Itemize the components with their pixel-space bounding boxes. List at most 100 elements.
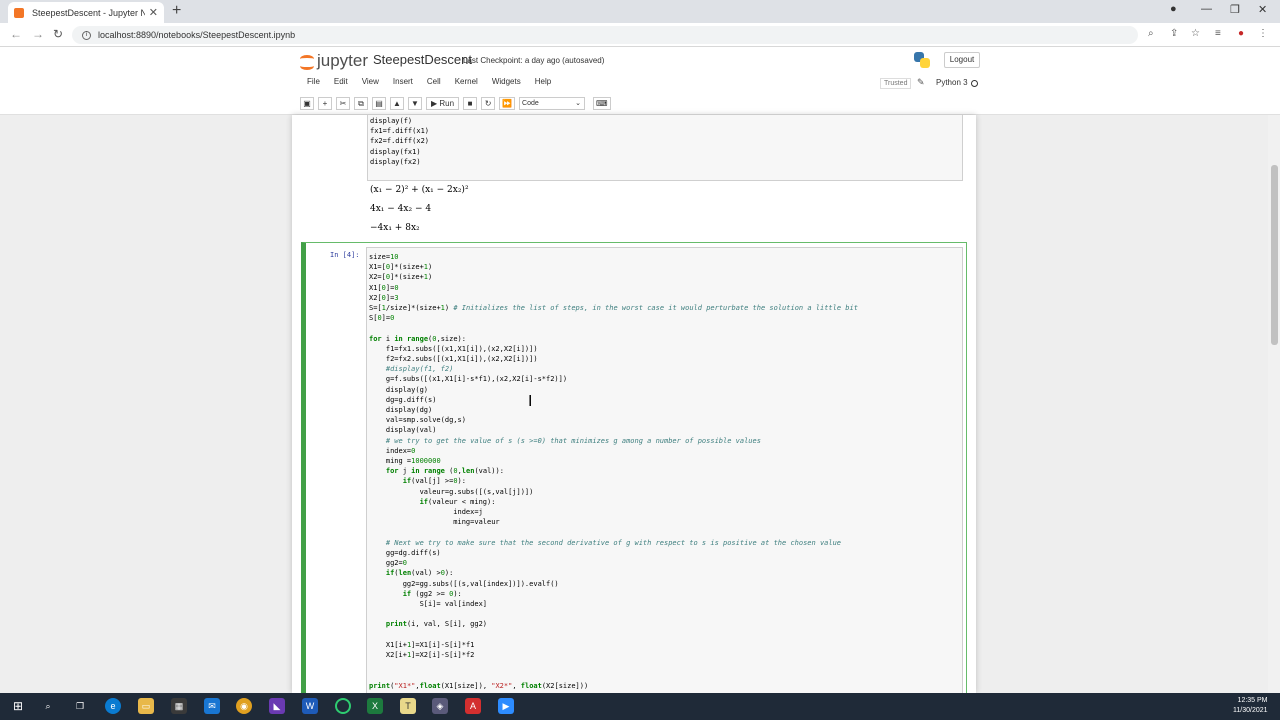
code-line[interactable]: X1[i+1]=X1[i]-S[i]*f1 bbox=[369, 640, 858, 650]
code-line[interactable]: # we try to get the value of s (s >=0) t… bbox=[369, 436, 858, 446]
zoom-app-icon[interactable]: ▶ bbox=[498, 698, 514, 714]
windows-start-icon[interactable]: ⊞ bbox=[10, 698, 26, 714]
code-line[interactable]: display(g) bbox=[369, 385, 858, 395]
code-line[interactable]: ​ bbox=[369, 609, 858, 619]
code-line[interactable]: # Next we try to make sure that the seco… bbox=[369, 538, 858, 548]
code-line[interactable]: X2[i+1]=X2[i]-S[i]*f2 bbox=[369, 650, 858, 660]
code-line[interactable]: S[i]= val[index] bbox=[369, 599, 858, 609]
code-line[interactable]: ​ bbox=[369, 323, 858, 333]
url-field[interactable]: i localhost:8890/notebooks/SteepestDesce… bbox=[72, 26, 1138, 44]
close-window-icon[interactable]: ✕ bbox=[1258, 3, 1267, 16]
insert-cell-icon[interactable]: + bbox=[318, 97, 332, 110]
code-line[interactable]: gg2=gg.subs([(s,val[index])]).evalf() bbox=[369, 579, 858, 589]
word-icon[interactable]: W bbox=[302, 698, 318, 714]
browser-menu-icon[interactable]: ⋮ bbox=[1258, 28, 1268, 39]
edge-icon[interactable]: e bbox=[105, 698, 121, 714]
restart-run-all-icon[interactable]: ⏩ bbox=[499, 97, 516, 110]
app-ring-icon[interactable] bbox=[335, 698, 351, 714]
playlist-icon[interactable]: ≡ bbox=[1215, 28, 1221, 39]
code-line[interactable]: size=10 bbox=[369, 252, 858, 262]
code-line[interactable]: X2=[0]*(size+1) bbox=[369, 272, 858, 282]
browser-tab[interactable]: SteepestDescent - Jupyter Notebo ✕ bbox=[8, 2, 164, 23]
code-line[interactable]: display(val) bbox=[369, 425, 858, 435]
code-line[interactable]: if(val[j] >=0): bbox=[369, 476, 858, 486]
store-icon[interactable]: ▦ bbox=[171, 698, 187, 714]
maximize-icon[interactable]: ❐ bbox=[1230, 3, 1240, 16]
code-line[interactable]: ​ bbox=[369, 630, 858, 640]
forward-icon[interactable]: → bbox=[32, 27, 44, 41]
code-line[interactable]: index=0 bbox=[369, 446, 858, 456]
mail-icon[interactable]: ✉ bbox=[204, 698, 220, 714]
new-tab-icon[interactable]: + bbox=[172, 2, 181, 20]
code-line[interactable]: if(valeur < ming): bbox=[369, 497, 858, 507]
system-clock[interactable]: 12:35 PM 11/30/2021 bbox=[1233, 696, 1268, 716]
code-line[interactable]: ​ bbox=[369, 670, 858, 680]
share-icon[interactable]: ⇪ bbox=[1170, 28, 1178, 39]
code-line[interactable]: ​ bbox=[369, 660, 858, 670]
jupyter-logo[interactable]: jupyter bbox=[300, 51, 368, 71]
interrupt-icon[interactable]: ■ bbox=[463, 97, 478, 110]
code-line[interactable]: if (gg2 >= 0): bbox=[369, 589, 858, 599]
code-line[interactable]: fx1=f.diff(x1) bbox=[370, 126, 429, 136]
run-button[interactable]: ▶ Run bbox=[426, 97, 460, 110]
code-line[interactable]: g=f.subs([(x1,X1[i]-s*f1),(x2,X2[i]-s*f2… bbox=[369, 374, 858, 384]
paste-icon[interactable]: ▤ bbox=[372, 97, 386, 110]
code-line[interactable]: if(len(val) >0): bbox=[369, 568, 858, 578]
back-icon[interactable]: ← bbox=[10, 27, 22, 41]
menu-insert[interactable]: Insert bbox=[386, 77, 420, 91]
cut-icon[interactable]: ✂ bbox=[336, 97, 350, 110]
selected-code-cell[interactable]: In [4]: size=10 X1=[0]*(size+1) X2=[0]*(si… bbox=[301, 242, 967, 693]
menu-help[interactable]: Help bbox=[528, 77, 558, 91]
code-line[interactable]: display(f) bbox=[370, 116, 429, 126]
chrome-icon[interactable]: ◉ bbox=[236, 698, 252, 714]
file-explorer-icon[interactable]: ▭ bbox=[138, 698, 154, 714]
close-tab-icon[interactable]: ✕ bbox=[149, 6, 158, 19]
logout-button[interactable]: Logout bbox=[944, 52, 980, 68]
kernel-name[interactable]: Python 3 bbox=[936, 78, 968, 87]
code-line[interactable]: ming=valeur bbox=[369, 517, 858, 527]
bookmark-star-icon[interactable]: ☆ bbox=[1191, 28, 1200, 39]
move-up-icon[interactable]: ▲ bbox=[390, 97, 404, 110]
code-line[interactable]: X2[0]=3 bbox=[369, 293, 858, 303]
app-icon[interactable]: ◈ bbox=[432, 698, 448, 714]
code-line[interactable]: display(fx1) bbox=[370, 147, 429, 157]
menu-cell[interactable]: Cell bbox=[420, 77, 448, 91]
menu-edit[interactable]: Edit bbox=[327, 77, 355, 91]
code-line[interactable]: f1=fx1.subs([(x1,X1[i]),(x2,X2[i])]) bbox=[369, 344, 858, 354]
code-line[interactable]: S[0]=0 bbox=[369, 313, 858, 323]
command-palette-icon[interactable]: ⌨ bbox=[593, 97, 611, 110]
code-line[interactable]: val=smp.solve(dg,s) bbox=[369, 415, 858, 425]
cell-type-select[interactable]: Code ⌄ bbox=[519, 97, 586, 110]
code-line[interactable]: gg2=0 bbox=[369, 558, 858, 568]
code-line[interactable]: ming =1000000 bbox=[369, 456, 858, 466]
code-line[interactable]: #display(f1, f2) bbox=[369, 364, 858, 374]
code-line[interactable]: X1[0]=0 bbox=[369, 283, 858, 293]
code-line[interactable]: display(fx2) bbox=[370, 157, 429, 167]
profile-download-icon[interactable]: ● bbox=[1170, 3, 1177, 15]
search-icon[interactable]: ⌕ bbox=[40, 698, 56, 714]
code-line[interactable]: dg=g.diff(s) bbox=[369, 395, 858, 405]
zoom-icon[interactable]: ⌕ bbox=[1148, 28, 1154, 39]
page-scrollbar[interactable] bbox=[1268, 115, 1280, 693]
code-cell-input[interactable]: size=10 X1=[0]*(size+1) X2=[0]*(size+1) X1[… bbox=[366, 247, 963, 693]
tex-editor-icon[interactable]: T bbox=[400, 698, 416, 714]
save-icon[interactable]: ▣ bbox=[300, 97, 314, 110]
code-line[interactable]: f2=fx2.subs([(x1,X1[i]),(x2,X2[i])]) bbox=[369, 354, 858, 364]
move-down-icon[interactable]: ▼ bbox=[408, 97, 422, 110]
scrollbar-thumb[interactable] bbox=[1271, 165, 1278, 345]
code-line[interactable]: print(i, val, S[i], gg2) bbox=[369, 619, 858, 629]
code-line[interactable]: for j in range (0,len(val)): bbox=[369, 466, 858, 476]
visual-studio-icon[interactable]: ◣ bbox=[269, 698, 285, 714]
acrobat-icon[interactable]: A bbox=[465, 698, 481, 714]
menu-kernel[interactable]: Kernel bbox=[448, 77, 485, 91]
info-icon[interactable]: i bbox=[82, 30, 91, 40]
extension-icon[interactable]: ● bbox=[1238, 28, 1244, 39]
trusted-badge[interactable]: Trusted bbox=[880, 78, 912, 89]
menu-widgets[interactable]: Widgets bbox=[485, 77, 528, 91]
code-text[interactable]: size=10 X1=[0]*(size+1) X2=[0]*(size+1) X1[… bbox=[369, 252, 858, 691]
task-view-icon[interactable]: ❐ bbox=[72, 698, 88, 714]
code-line[interactable]: fx2=f.diff(x2) bbox=[370, 136, 429, 146]
code-cell-input[interactable]: display(f) fx1=f.diff(x1) fx2=f.diff(x2) di… bbox=[367, 115, 963, 181]
reload-icon[interactable]: ↻ bbox=[53, 27, 63, 41]
code-line[interactable]: index=j bbox=[369, 507, 858, 517]
